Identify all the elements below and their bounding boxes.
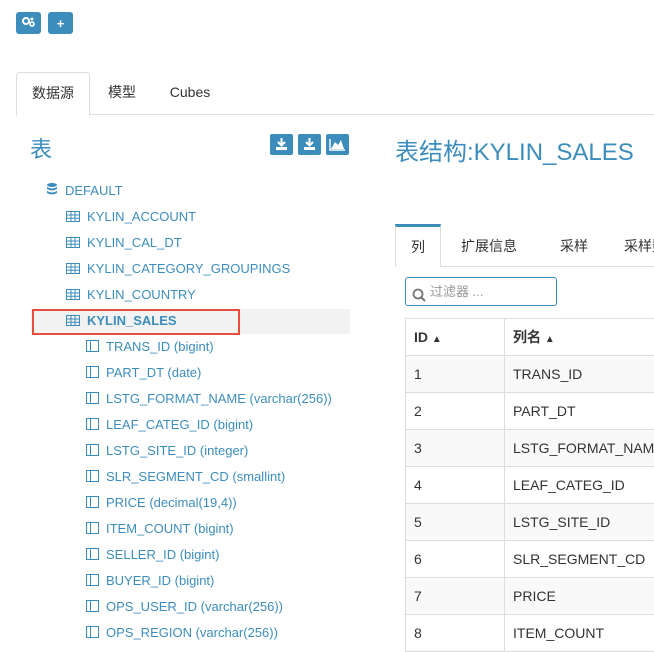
tables-heading: 表 <box>30 137 53 162</box>
column-icon <box>86 466 99 490</box>
cell-column-name: PRICE <box>504 577 654 615</box>
sort-icon: ▲︎ <box>544 334 555 345</box>
tab-columns[interactable]: 列 <box>395 224 441 267</box>
tree-column-item[interactable]: PART_DT (date) <box>86 361 201 385</box>
tab-models[interactable]: 模型 <box>96 72 148 113</box>
header-column-name[interactable]: 列名 ▲︎ <box>504 318 654 356</box>
column-icon <box>86 362 99 386</box>
tree-column-item[interactable]: PRICE (decimal(19,4)) <box>86 491 237 515</box>
cell-column-name: ITEM_COUNT <box>504 614 654 652</box>
tab-cubes[interactable]: Cubes <box>162 72 218 113</box>
cell-id: 5 <box>405 503 505 541</box>
table-row[interactable]: 7 PRICE <box>405 577 654 615</box>
cell-column-name: PART_DT <box>504 392 654 430</box>
cell-column-name: LSTG_SITE_ID <box>504 503 654 541</box>
table-row[interactable]: 3 LSTG_FORMAT_NAME <box>405 429 654 467</box>
table-row[interactable]: 5 LSTG_SITE_ID <box>405 503 654 541</box>
plus-icon: + <box>56 15 65 31</box>
schema-title: 表结构:KYLIN_SALES <box>395 139 634 166</box>
tab-data-source[interactable]: 数据源 <box>16 72 90 116</box>
column-icon <box>86 440 99 464</box>
tab-extended-info[interactable]: 扩展信息 <box>461 224 517 266</box>
column-icon <box>86 388 99 412</box>
columns-table: ID ▲ 列名 ▲︎ 1 TRANS_ID 2 PART_DT 3 LSTG_FORMAT… <box>405 318 654 652</box>
table-icon <box>66 206 80 230</box>
header-id[interactable]: ID ▲ <box>405 318 505 356</box>
tab-sample[interactable]: 采样 <box>560 224 588 266</box>
table-row[interactable]: 1 TRANS_ID <box>405 355 654 393</box>
tree-table-item[interactable]: KYLIN_ACCOUNT <box>66 205 196 229</box>
column-icon <box>86 622 99 646</box>
tree-column-item[interactable]: SELLER_ID (bigint) <box>86 543 219 567</box>
filter-input[interactable]: 过滤器 ... <box>405 277 557 306</box>
table-icon <box>66 258 80 282</box>
column-icon <box>86 570 99 594</box>
download-icon <box>276 138 287 150</box>
tab-sample-count[interactable]: 采样数 <box>624 224 654 266</box>
cell-column-name: TRANS_ID <box>504 355 654 393</box>
tree-table-item[interactable]: KYLIN_COUNTRY <box>66 283 196 307</box>
tree-column-item[interactable]: OPS_REGION (varchar(256)) <box>86 621 278 645</box>
column-icon <box>86 518 99 542</box>
cell-id: 7 <box>405 577 505 615</box>
column-icon <box>86 336 99 360</box>
load-table-button[interactable] <box>270 134 293 155</box>
table-row[interactable]: 8 ITEM_COUNT <box>405 614 654 652</box>
add-button[interactable]: + <box>48 12 73 34</box>
tree-column-item[interactable]: BUYER_ID (bigint) <box>86 569 214 593</box>
cell-id: 3 <box>405 429 505 467</box>
column-icon <box>86 492 99 516</box>
tree-column-item[interactable]: SLR_SEGMENT_CD (smallint) <box>86 465 285 489</box>
search-icon <box>412 284 426 311</box>
column-icon <box>86 596 99 620</box>
cell-id: 6 <box>405 540 505 578</box>
chart-button[interactable] <box>326 134 349 155</box>
column-icon <box>86 544 99 568</box>
tree-column-item[interactable]: ITEM_COUNT (bigint) <box>86 517 234 541</box>
selected-table-highlight <box>32 309 240 335</box>
table-row[interactable]: 6 SLR_SEGMENT_CD <box>405 540 654 578</box>
tree-database-default[interactable]: DEFAULT <box>46 179 123 203</box>
cell-column-name: SLR_SEGMENT_CD <box>504 540 654 578</box>
tree-column-item[interactable]: OPS_USER_ID (varchar(256)) <box>86 595 283 619</box>
column-icon <box>86 414 99 438</box>
cell-id: 1 <box>405 355 505 393</box>
tree-table-item[interactable]: KYLIN_CAL_DT <box>66 231 182 255</box>
table-body: 1 TRANS_ID 2 PART_DT 3 LSTG_FORMAT_NAME 4 LEAF_… <box>405 355 654 652</box>
database-icon <box>46 180 58 204</box>
cell-id: 8 <box>405 614 505 652</box>
schema-tabs: 列 扩展信息 采样 采样数 <box>395 224 654 267</box>
sort-up-icon: ▲ <box>431 334 442 345</box>
cell-id: 2 <box>405 392 505 430</box>
cell-id: 4 <box>405 466 505 504</box>
area-chart-icon <box>329 139 345 151</box>
cell-column-name: LSTG_FORMAT_NAME <box>504 429 654 467</box>
table-header-row: ID ▲ 列名 ▲︎ <box>405 318 654 356</box>
tree-table-item[interactable]: KYLIN_CATEGORY_GROUPINGS <box>66 257 290 281</box>
table-icon <box>66 284 80 308</box>
tree-column-item[interactable]: LSTG_FORMAT_NAME (varchar(256)) <box>86 387 332 411</box>
tree-column-item[interactable]: LEAF_CATEG_ID (bigint) <box>86 413 253 437</box>
gears-icon <box>22 16 35 31</box>
tree-column-item[interactable]: TRANS_ID (bigint) <box>86 335 214 359</box>
tree-column-item[interactable]: LSTG_SITE_ID (integer) <box>86 439 248 463</box>
load-table-tree-button[interactable] <box>298 134 321 155</box>
settings-button[interactable] <box>16 12 41 34</box>
table-row[interactable]: 2 PART_DT <box>405 392 654 430</box>
download-icon <box>304 138 315 150</box>
table-icon <box>66 232 80 256</box>
main-tabs: 数据源 模型 Cubes <box>16 72 654 116</box>
table-row[interactable]: 4 LEAF_CATEG_ID <box>405 466 654 504</box>
cell-column-name: LEAF_CATEG_ID <box>504 466 654 504</box>
